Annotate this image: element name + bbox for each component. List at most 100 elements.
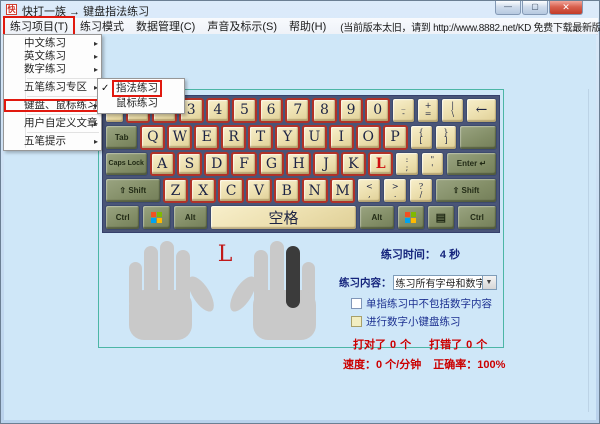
titlebar: 快 快打一族 → 键盘指法练习 — ▢ ✕ xyxy=(1,1,599,18)
menu-separator xyxy=(27,96,99,97)
dropdown-item[interactable]: 用户自定义文章▸ xyxy=(4,117,101,130)
submenu-arrow-icon: ▸ xyxy=(94,37,98,50)
key-S: S xyxy=(177,152,202,177)
key-win-left xyxy=(142,205,170,230)
speed-line: 速度：0 个/分钟正确率：100% xyxy=(339,356,502,372)
key-E: E xyxy=(194,125,219,150)
key-T: T xyxy=(248,125,273,150)
key-alt-right: Alt xyxy=(359,205,394,230)
dropdown-item[interactable]: 英文练习▸ xyxy=(4,50,101,63)
checkbox-exclude-digits[interactable] xyxy=(351,298,362,309)
key-H: H xyxy=(286,152,311,177)
key-slash: ?/ xyxy=(409,178,433,203)
key-8: 8 xyxy=(312,98,337,123)
key-7: 7 xyxy=(285,98,310,123)
submenu-arrow-icon: ▸ xyxy=(94,117,98,130)
key-bracket-right: }] xyxy=(435,125,458,150)
app-icon: 快 xyxy=(6,4,17,15)
dropdown-item-label: 用户自定义文章 xyxy=(24,117,98,129)
key-K: K xyxy=(341,152,366,177)
menubar-item-0[interactable]: 练习项目(T) xyxy=(4,17,74,35)
dropdown-item-label: 五笔练习专区 xyxy=(24,81,87,93)
key-win-right xyxy=(397,205,425,230)
dropdown-item[interactable]: 键盘、鼠标练习▸ xyxy=(4,99,101,112)
dropdown-item-label: 键盘、鼠标练习 xyxy=(24,99,98,111)
wrong-unit: 个 xyxy=(476,339,487,351)
key-Y: Y xyxy=(275,125,300,150)
right-hand xyxy=(225,241,316,340)
key-space: 空格 xyxy=(210,205,357,230)
dropdown-item-label: 五笔提示 xyxy=(24,135,66,147)
key-Z: Z xyxy=(163,178,189,203)
key-9: 9 xyxy=(339,98,364,123)
accuracy-label: 正确率： xyxy=(433,359,477,371)
checkbox-row-numpad: 进行数字小键盘练习 xyxy=(351,314,502,329)
key-F: F xyxy=(231,152,256,177)
practice-items-menu: 中文练习▸英文练习▸数字练习▸五笔练习专区▸键盘、鼠标练习▸用户自定义文章▸五笔… xyxy=(3,34,102,151)
correct-count: 0 xyxy=(390,339,396,351)
dropdown-item[interactable]: 中文练习▸ xyxy=(4,37,101,50)
checkmark-icon: ✓ xyxy=(101,81,113,96)
checkbox-row-exclude-digits: 单指练习中不包括数字内容 xyxy=(351,296,502,311)
key-comma: <, xyxy=(357,178,381,203)
key-L: L xyxy=(368,152,393,177)
key-caps-lock: Caps Lock xyxy=(105,152,148,177)
checkbox-numpad-label: 进行数字小键盘练习 xyxy=(366,314,461,329)
dropdown-item[interactable]: 数字练习 ▸ xyxy=(4,63,101,76)
left-hand xyxy=(129,241,219,340)
key-semicolon: :; xyxy=(395,152,418,177)
key-O: O xyxy=(356,125,381,150)
key-G: G xyxy=(259,152,284,177)
menubar-version-note: (当前版本太旧，请到 http://www.8882.net/KD 免费下载最新… xyxy=(332,18,600,35)
practice-time-value: 4 秒 xyxy=(440,249,460,261)
keyboard-row: ⇧ ShiftZXCVBNM<,>.?/⇧ Shift xyxy=(105,178,497,203)
submenu-item[interactable]: ✓指法练习 xyxy=(98,81,184,96)
speed-value: 0 个/分钟 xyxy=(376,359,421,371)
practice-content-value: 练习所有字母和数字 xyxy=(394,275,482,290)
wrong-label: 打错了 xyxy=(429,339,462,351)
windows-logo-icon xyxy=(405,212,416,223)
key-V: V xyxy=(246,178,272,203)
submenu-item[interactable]: 鼠标练习 xyxy=(98,96,184,111)
practice-content-select[interactable]: 练习所有字母和数字 ▼ xyxy=(393,275,497,290)
checkbox-numpad-practice[interactable] xyxy=(351,316,362,327)
submenu-arrow-icon: ▸ xyxy=(94,50,98,63)
key-U: U xyxy=(302,125,327,150)
practice-area-panel: `1234567890_-+=|\←TabQWERTYUIOP{[}]Caps … xyxy=(98,89,504,348)
key-ctrl-right: Ctrl xyxy=(457,205,497,230)
close-button[interactable]: ✕ xyxy=(549,1,583,15)
key-A: A xyxy=(150,152,175,177)
maximize-button[interactable]: ▢ xyxy=(522,1,548,15)
key-minus: _- xyxy=(392,98,415,123)
key-shift-right: ⇧ Shift xyxy=(435,178,497,203)
key-Q: Q xyxy=(140,125,165,150)
submenu-arrow-icon: ▸ xyxy=(94,63,98,76)
key-J: J xyxy=(313,152,338,177)
accuracy-value: 100% xyxy=(477,359,505,371)
key-tab: Tab xyxy=(105,125,138,150)
dropdown-arrow-icon[interactable]: ▼ xyxy=(482,276,496,289)
key-alt-left: Alt xyxy=(173,205,208,230)
dropdown-item[interactable]: 五笔练习专区▸ xyxy=(4,81,101,94)
menubar-item-3[interactable]: 声音及标示(S) xyxy=(201,17,283,35)
keyboard-mouse-submenu: ✓指法练习鼠标练习 xyxy=(97,78,185,114)
dropdown-item-label: 数字练习 xyxy=(24,63,66,75)
key-quote: "' xyxy=(421,152,444,177)
submenu-item-label: 鼠标练习 xyxy=(113,96,161,111)
key-period: >. xyxy=(383,178,407,203)
key-enter-top xyxy=(459,125,497,150)
minimize-button[interactable]: — xyxy=(495,1,521,15)
correct-unit: 个 xyxy=(400,339,411,351)
key-P: P xyxy=(383,125,408,150)
menu-separator xyxy=(27,132,99,133)
window-controls: — ▢ ✕ xyxy=(494,1,583,15)
menubar-item-2[interactable]: 数据管理(C) xyxy=(130,17,201,35)
key-6: 6 xyxy=(259,98,284,123)
dropdown-item[interactable]: 五笔提示▸ xyxy=(4,135,101,148)
practice-content-row: 练习内容： 练习所有字母和数字 ▼ xyxy=(339,275,502,290)
key-I: I xyxy=(329,125,354,150)
menubar-item-1[interactable]: 练习模式 xyxy=(74,17,130,35)
menubar-item-4[interactable]: 帮助(H) xyxy=(283,17,332,35)
keyboard-row: Caps LockASDFGHJKL:;"'Enter ↵ xyxy=(105,152,497,177)
key-backslash: |\ xyxy=(441,98,464,123)
